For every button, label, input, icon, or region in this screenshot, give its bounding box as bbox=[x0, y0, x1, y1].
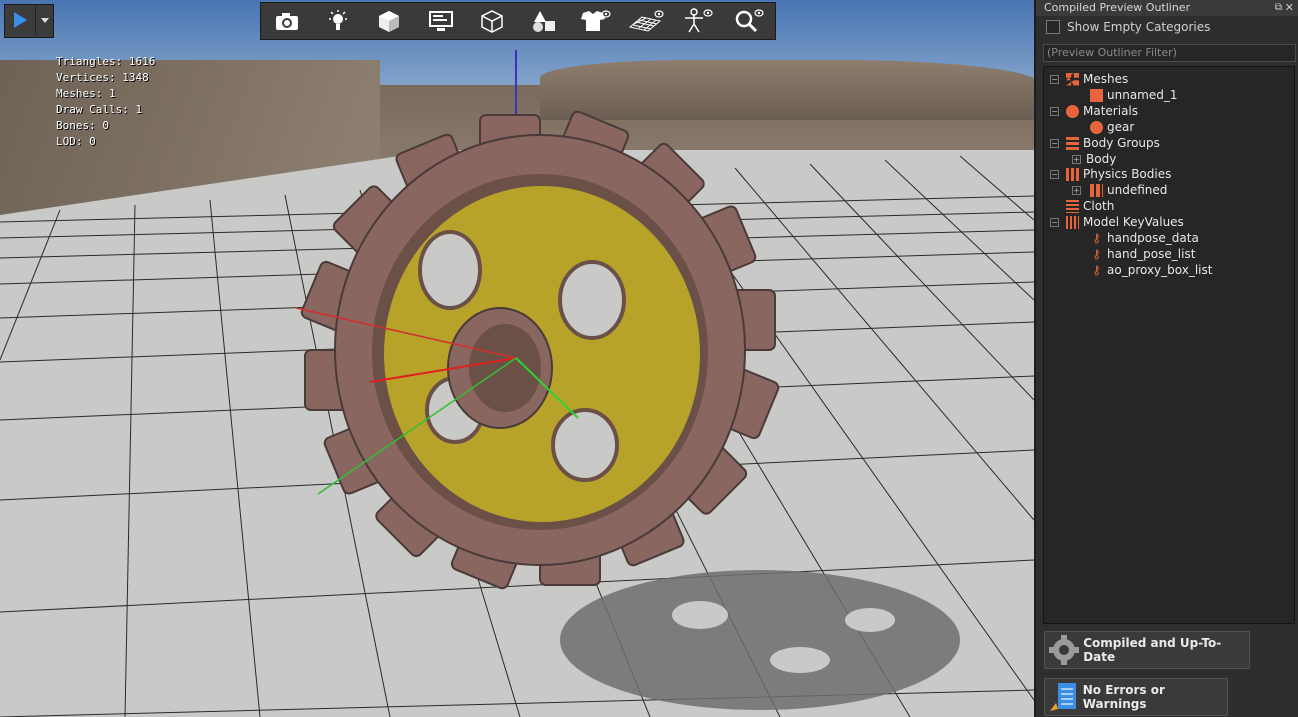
play-dropdown-button[interactable] bbox=[36, 5, 53, 35]
mesh-icon bbox=[1090, 88, 1103, 102]
tree-node-cloth[interactable]: Cloth bbox=[1066, 198, 1114, 214]
panel-title-bar: Compiled Preview Outliner ⧉ ✕ bbox=[1036, 0, 1298, 16]
outliner-panel: Compiled Preview Outliner ⧉ ✕ Show Empty… bbox=[1034, 0, 1298, 717]
tree-label: Body bbox=[1086, 152, 1117, 166]
errors-status-button[interactable]: No Errors or Warnings bbox=[1044, 678, 1228, 716]
shadow-hole bbox=[770, 647, 830, 673]
tree-label: Cloth bbox=[1083, 199, 1115, 213]
play-button[interactable] bbox=[5, 5, 36, 35]
document-list-icon bbox=[1050, 683, 1076, 711]
float-window-icon[interactable]: ⧉ bbox=[1275, 0, 1282, 16]
tree-node-physics-item[interactable]: undefined bbox=[1090, 182, 1167, 198]
expander-physics-item[interactable]: + bbox=[1072, 186, 1081, 195]
show-empty-toggle[interactable]: Show Empty Categories bbox=[1046, 20, 1210, 34]
tree-label: handpose_data bbox=[1107, 231, 1199, 245]
cube-icon[interactable] bbox=[371, 6, 407, 36]
play-group bbox=[4, 4, 54, 38]
keyvalues-icon bbox=[1066, 215, 1079, 229]
key-icon: ⚷ bbox=[1092, 230, 1101, 245]
tree-label: gear bbox=[1107, 120, 1135, 134]
tree-node-kv-item[interactable]: ⚷ handpose_data bbox=[1090, 230, 1199, 246]
tree-node-kv-item[interactable]: ⚷ ao_proxy_box_list bbox=[1090, 262, 1212, 278]
tree-node-body-groups[interactable]: Body Groups bbox=[1066, 135, 1160, 151]
stat-vertices: Vertices: 1348 bbox=[56, 71, 149, 84]
compiled-status-label: Compiled and Up-To-Date bbox=[1083, 636, 1222, 664]
expander-model-keyvalues[interactable]: − bbox=[1050, 218, 1059, 227]
compiled-status-button[interactable]: Compiled and Up-To-Date bbox=[1044, 631, 1250, 669]
meshes-icon bbox=[1066, 72, 1079, 86]
materials-icon bbox=[1066, 104, 1079, 118]
tree-node-body[interactable]: Body bbox=[1086, 151, 1116, 167]
expander-materials[interactable]: − bbox=[1050, 107, 1059, 116]
shapes-icon[interactable] bbox=[526, 6, 562, 36]
tree-label: ao_proxy_box_list bbox=[1107, 263, 1213, 277]
outliner-tree: − Meshes unnamed_1 − Materials gear − Bo… bbox=[1043, 66, 1295, 624]
errors-status-label: No Errors or Warnings bbox=[1082, 683, 1165, 711]
show-empty-checkbox[interactable] bbox=[1046, 20, 1060, 34]
skeleton-visibility-icon[interactable] bbox=[680, 6, 716, 36]
tshirt-visibility-icon[interactable] bbox=[577, 6, 613, 36]
tree-node-meshes[interactable]: Meshes bbox=[1066, 71, 1128, 87]
play-icon bbox=[14, 12, 27, 28]
gear-shadow bbox=[560, 570, 960, 710]
camera-icon[interactable] bbox=[269, 6, 305, 36]
body-groups-icon bbox=[1066, 136, 1079, 150]
wireframe-cube-icon[interactable] bbox=[474, 6, 510, 36]
shadow-hole bbox=[672, 601, 728, 629]
close-icon[interactable]: ✕ bbox=[1285, 0, 1294, 16]
tree-label: Physics Bodies bbox=[1083, 167, 1172, 181]
panel-title: Compiled Preview Outliner bbox=[1044, 1, 1191, 14]
tree-label: Model KeyValues bbox=[1083, 215, 1184, 229]
tree-label: Body Groups bbox=[1083, 136, 1160, 150]
shadow-hole bbox=[845, 608, 895, 632]
cloth-icon bbox=[1066, 199, 1079, 213]
tree-label: Meshes bbox=[1083, 72, 1129, 86]
show-empty-label: Show Empty Categories bbox=[1067, 20, 1211, 34]
tree-label: hand_pose_list bbox=[1107, 247, 1196, 261]
stat-meshes: Meshes: 1 bbox=[56, 87, 116, 100]
light-icon[interactable] bbox=[320, 6, 356, 36]
model-viewport[interactable]: Triangles: 1616 Vertices: 1348 Meshes: 1… bbox=[0, 0, 1034, 717]
expander-body-groups[interactable]: − bbox=[1050, 139, 1059, 148]
zoom-visibility-icon[interactable] bbox=[731, 6, 767, 36]
stat-lod: LOD: 0 bbox=[56, 135, 96, 148]
gear-icon bbox=[1049, 635, 1079, 665]
physics-body-icon bbox=[1090, 183, 1103, 197]
key-icon: ⚷ bbox=[1092, 246, 1101, 261]
tree-label: unnamed_1 bbox=[1107, 88, 1178, 102]
monitor-icon[interactable] bbox=[423, 6, 459, 36]
expander-meshes[interactable]: − bbox=[1050, 75, 1059, 84]
expander-physics-bodies[interactable]: − bbox=[1050, 170, 1059, 179]
outliner-filter-input[interactable]: (Preview Outliner Filter) bbox=[1043, 44, 1296, 62]
tree-node-material-item[interactable]: gear bbox=[1090, 119, 1134, 135]
tree-label: undefined bbox=[1107, 183, 1168, 197]
tree-node-mesh-item[interactable]: unnamed_1 bbox=[1090, 87, 1178, 103]
render-stats: Triangles: 1616 Vertices: 1348 Meshes: 1… bbox=[56, 54, 155, 150]
grid-visibility-icon[interactable] bbox=[628, 6, 665, 36]
stat-draw-calls: Draw Calls: 1 bbox=[56, 103, 143, 116]
tree-label: Materials bbox=[1083, 104, 1139, 118]
tree-node-kv-item[interactable]: ⚷ hand_pose_list bbox=[1090, 246, 1195, 262]
chevron-down-icon bbox=[40, 18, 49, 23]
stat-triangles: Triangles: 1616 bbox=[56, 55, 156, 68]
material-sphere-icon bbox=[1090, 120, 1103, 134]
viewport-toolbar bbox=[260, 2, 776, 40]
tree-node-physics-bodies[interactable]: Physics Bodies bbox=[1066, 166, 1171, 182]
expander-body[interactable]: + bbox=[1072, 155, 1081, 164]
tree-node-materials[interactable]: Materials bbox=[1066, 103, 1138, 119]
stat-bones: Bones: 0 bbox=[56, 119, 109, 132]
physics-bodies-icon bbox=[1066, 167, 1079, 181]
key-icon: ⚷ bbox=[1092, 262, 1101, 277]
tree-node-model-keyvalues[interactable]: Model KeyValues bbox=[1066, 214, 1184, 230]
